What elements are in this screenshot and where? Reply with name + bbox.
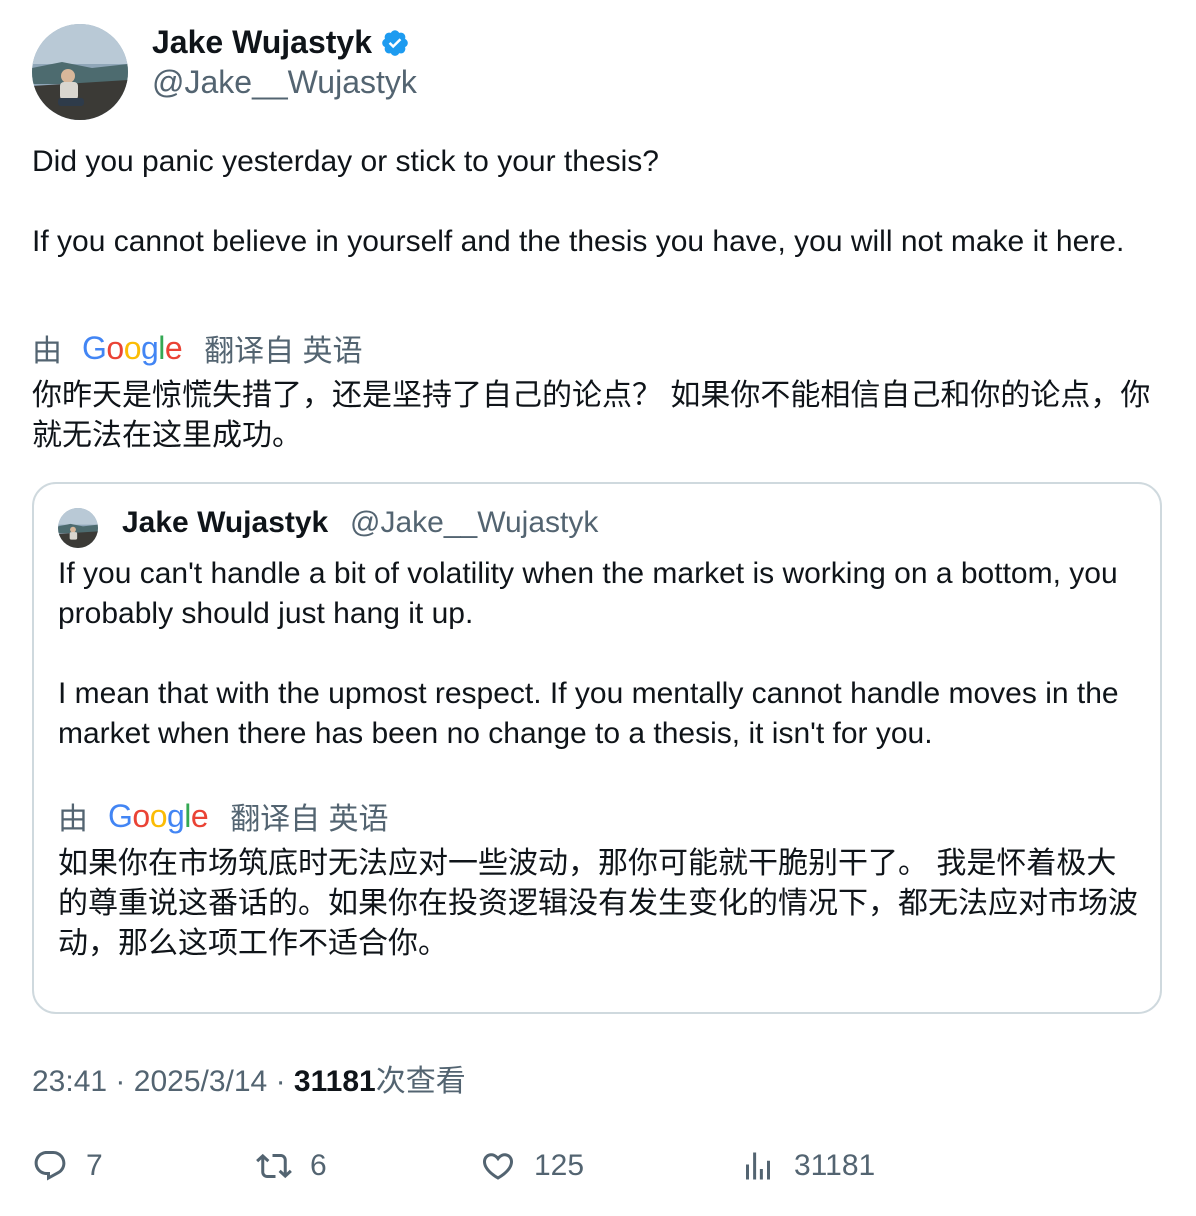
reply-icon [34, 1151, 66, 1181]
views-icon [746, 1152, 770, 1180]
tweet-translation-text: 你昨天是惊慌失措了，还是坚持了自己的论点？ 如果你不能相信自己和你的论点，你就无… [32, 379, 1151, 452]
quoted-translation-attribution[interactable]: 由 Google 翻译自 英语 [58, 796, 389, 837]
view-count-label: 次查看 [375, 1065, 466, 1098]
like-icon [482, 1153, 514, 1180]
tweet-meta: 23:41 · 2025/3/14 · 31181次查看 [32, 1062, 466, 1102]
translation-by-label: 由 [32, 335, 62, 368]
google-logo: Google [82, 329, 183, 366]
quoted-translation-by-label: 由 [58, 803, 88, 836]
quoted-author-avatar [58, 508, 98, 548]
translation-attribution[interactable]: 由 Google 翻译自 英语 [32, 328, 363, 369]
meta-separator: · [275, 1065, 286, 1098]
author-name[interactable]: Jake Wujastyk [152, 22, 372, 62]
translation-from-label: 翻译自 英语 [204, 335, 363, 368]
verified-badge-icon [380, 28, 410, 58]
quoted-text-line-1: If you can't handle a bit of volatility … [58, 557, 1118, 630]
quoted-translation-from-label: 翻译自 英语 [230, 803, 389, 836]
quoted-translation-text: 如果你在市场筑底时无法应对一些波动，那你可能就干脆别干了。 我是怀着极大的尊重说… [58, 847, 1138, 960]
action-bar: 7 6 125 31181 [32, 1148, 1172, 1192]
reply-count: 7 [86, 1149, 103, 1182]
author-avatar[interactable] [32, 24, 128, 120]
like-button[interactable]: 125 [480, 1148, 584, 1184]
tweet-text-line-1: Did you panic yesterday or stick to your… [32, 145, 659, 178]
views-count: 31181 [794, 1149, 876, 1182]
repost-button[interactable]: 6 [256, 1148, 327, 1184]
tweet-time[interactable]: 23:41 [32, 1065, 107, 1098]
quoted-author-handle: @Jake__Wujastyk [350, 506, 599, 539]
tweet-text-line-2: If you cannot believe in yourself and th… [32, 225, 1125, 258]
views-button[interactable]: 31181 [740, 1148, 875, 1184]
tweet-date[interactable]: 2025/3/14 [134, 1065, 267, 1098]
repost-icon [256, 1153, 292, 1179]
view-count: 31181 [293, 1065, 376, 1098]
like-count: 125 [534, 1149, 585, 1182]
meta-separator: · [115, 1065, 126, 1098]
repost-count: 6 [310, 1149, 327, 1182]
quoted-text-line-2: I mean that with the upmost respect. If … [58, 677, 1119, 750]
reply-button[interactable]: 7 [32, 1148, 103, 1184]
google-logo: Google [108, 797, 209, 834]
author-handle[interactable]: @Jake__Wujastyk [152, 62, 417, 102]
quoted-author-name: Jake Wujastyk [122, 506, 329, 539]
